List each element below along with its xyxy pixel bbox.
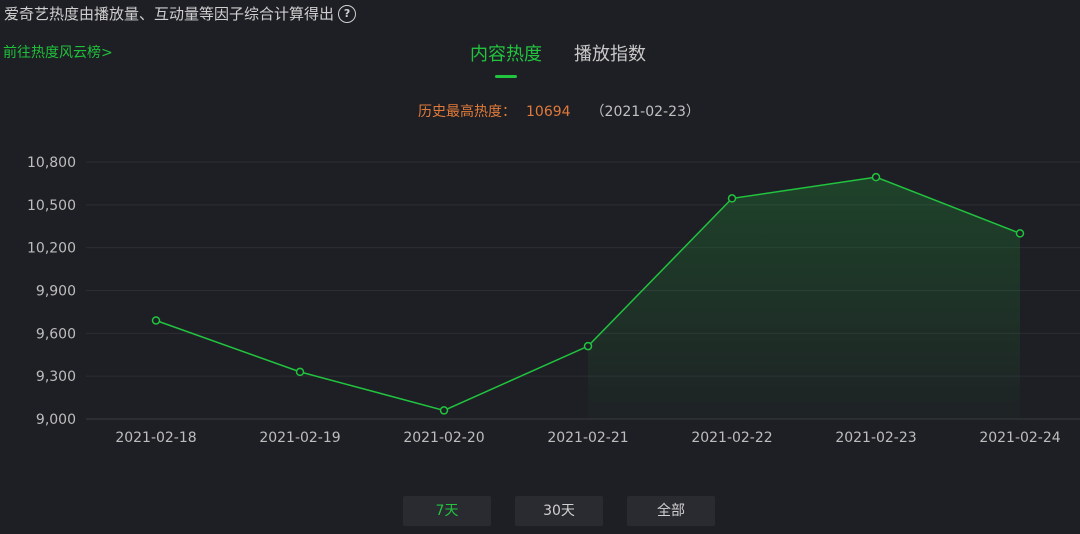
question-circle-icon[interactable]: ? [338,4,357,23]
x-tick-label: 2021-02-19 [259,430,340,446]
y-tick-label: 9,000 [36,412,76,428]
x-tick-label: 2021-02-20 [403,430,484,446]
y-tick-label: 9,300 [36,369,76,385]
x-tick-label: 2021-02-24 [979,430,1060,446]
data-point[interactable] [151,316,161,325]
data-point[interactable] [439,406,449,415]
heat-description-text: 爱奇艺热度由播放量、互动量等因子综合计算得出 [4,5,335,23]
peak-heat-value: 10694 [526,104,571,120]
y-tick-label: 10,500 [27,198,76,214]
x-tick-label: 2021-02-21 [547,430,628,446]
range-all-button[interactable]: 全部 [627,496,715,526]
peak-heat-info: 历史最高热度： 10694 （2021-02-23） [418,101,700,121]
data-point[interactable] [583,341,593,351]
tab-content-heat[interactable]: 内容热度 [470,40,542,78]
data-point[interactable] [727,194,737,203]
y-tick-label: 9,600 [36,326,76,342]
heat-ranking-link[interactable]: 前往热度风云榜> [3,42,113,62]
y-tick-label: 10,200 [27,241,76,257]
tab-play-index[interactable]: 播放指数 [574,40,646,78]
data-point[interactable] [1015,229,1025,238]
y-tick-label: 9,900 [36,284,76,300]
x-tick-label: 2021-02-22 [691,430,772,446]
x-tick-label: 2021-02-23 [835,430,916,446]
series-area [588,177,1020,419]
data-point[interactable] [295,367,305,377]
x-tick-label: 2021-02-18 [115,430,196,446]
time-range-selector: 7天 30天 全部 [403,496,715,526]
data-point[interactable] [871,172,881,182]
heat-tabs: 内容热度 播放指数 [470,40,646,78]
peak-heat-label: 历史最高热度： [418,104,516,120]
range-30-days-button[interactable]: 30天 [515,496,603,526]
y-tick-label: 10,800 [27,155,76,171]
peak-heat-date: （2021-02-23） [590,104,700,120]
range-7-days-button[interactable]: 7天 [403,496,491,526]
heat-description: 爱奇艺热度由播放量、互动量等因子综合计算得出 ? [4,3,357,24]
heat-chart[interactable]: 9,000 9,300 9,600 9,900 10,200 10,500 10,800 20… [0,140,1080,460]
